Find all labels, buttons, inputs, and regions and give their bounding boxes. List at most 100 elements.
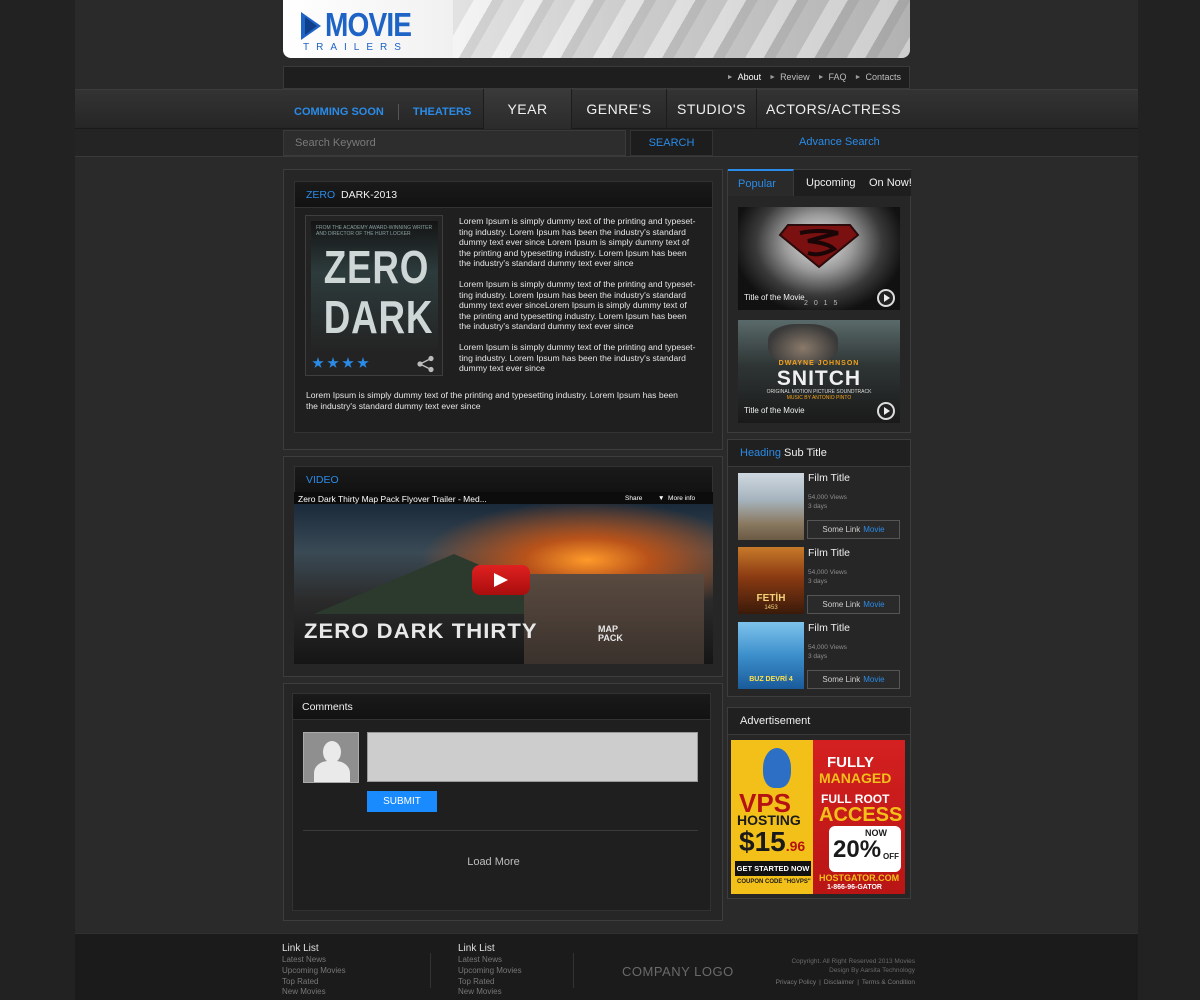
- privacy-policy-link[interactable]: Privacy Policy: [776, 979, 816, 986]
- disclaimer-link[interactable]: Disclaimer: [824, 979, 854, 986]
- play-icon[interactable]: [877, 402, 895, 420]
- footer-divider: [573, 953, 574, 988]
- star-icon: [312, 357, 324, 368]
- gator-mascot-icon: [763, 748, 791, 788]
- arrow-right-icon: ►: [769, 73, 777, 81]
- search-button[interactable]: SEARCH: [630, 130, 713, 156]
- footer-link[interactable]: New Movies: [458, 987, 502, 996]
- nav-separator: [397, 104, 399, 120]
- footer-legal-links: Privacy Policy | Disclaimer | Terms & Cond…: [775, 979, 915, 986]
- movie-summary: Lorem Ipsum is simply dummy text of the …: [306, 390, 678, 411]
- nav-theaters[interactable]: THEATERS: [413, 106, 471, 118]
- logo-title[interactable]: MOVIE: [325, 6, 412, 44]
- footer-col-title: Link List: [458, 943, 495, 954]
- trailer-thumb[interactable]: 2 0 1 5 Title of the Movie: [738, 207, 900, 310]
- movie-paragraph-2: Lorem Ipsum is simply dummy text of the …: [459, 279, 696, 331]
- tab-on-now[interactable]: On Now!: [869, 169, 912, 196]
- video-more-info-button[interactable]: ▼ More info: [658, 495, 695, 502]
- design-credit: Design By Aarsita Technology: [829, 967, 915, 974]
- comments-heading-bar: [293, 694, 710, 720]
- film-meta: 54,000 Views 3 days: [808, 644, 847, 660]
- video-headline: ZERO DARK THIRTY: [304, 620, 538, 643]
- video-share-button[interactable]: Share: [625, 495, 642, 502]
- nav-coming-soon[interactable]: COMMING SOON: [294, 106, 384, 118]
- movie-paragraph-1: Lorem Ipsum is simply dummy text of the …: [459, 216, 696, 268]
- arrow-right-icon: ►: [817, 73, 825, 81]
- copyright-text: Copyright. All Right Reserved 2013 Movie…: [791, 958, 915, 965]
- comments-inner: [292, 693, 711, 911]
- film-link-button[interactable]: Some Link Movie: [807, 595, 900, 614]
- footer-divider: [430, 953, 431, 988]
- tab-upcoming[interactable]: Upcoming: [806, 169, 856, 196]
- film-title[interactable]: Film Title: [808, 547, 850, 559]
- poster-word-zero: ZERO: [323, 241, 430, 293]
- film-thumb[interactable]: BUZ DEVRİ 4: [738, 622, 804, 689]
- movie-paragraph-3: Lorem Ipsum is simply dummy text of the …: [459, 342, 696, 373]
- trailer-caption: Title of the Movie: [744, 293, 805, 302]
- company-logo[interactable]: COMPANY LOGO: [622, 964, 734, 979]
- footer-link[interactable]: Upcoming Movies: [282, 966, 346, 975]
- movie-title: ZERO DARK-2013: [306, 189, 398, 201]
- nav-tab-studios[interactable]: STUDIO'S: [667, 89, 756, 129]
- rating-stars[interactable]: [312, 357, 369, 369]
- footer-link[interactable]: Top Rated: [458, 977, 494, 986]
- top-link-about[interactable]: ► About: [727, 72, 761, 82]
- nav-left-links: COMMING SOON THEATERS: [294, 104, 471, 120]
- top-link-contacts[interactable]: ► Contacts: [855, 72, 901, 82]
- terms-link[interactable]: Terms & Condition: [862, 979, 915, 986]
- poster-word-dark: DARK: [323, 291, 434, 343]
- film-link-button[interactable]: Some Link Movie: [807, 520, 900, 539]
- top-link-faq[interactable]: ► FAQ: [818, 72, 847, 82]
- advance-search-link[interactable]: Advance Search: [799, 136, 880, 148]
- footer-link[interactable]: New Movies: [282, 987, 326, 996]
- movie-poster[interactable]: FROM THE ACADEMY AWARD-WINNING WRITER AN…: [311, 221, 438, 350]
- video-title[interactable]: Zero Dark Thirty Map Pack Flyover Traile…: [298, 494, 487, 504]
- film-link-button[interactable]: Some Link Movie: [807, 670, 900, 689]
- film-thumb[interactable]: FETİH 1453: [738, 547, 804, 614]
- divider: [303, 830, 698, 831]
- video-heading: VIDEO: [306, 474, 339, 486]
- load-more-button[interactable]: Load More: [303, 856, 684, 868]
- footer-link[interactable]: Upcoming Movies: [458, 966, 522, 975]
- video-player[interactable]: Zero Dark Thirty Map Pack Flyover Traile…: [294, 492, 713, 664]
- film-meta: 54,000 Views 3 days: [808, 494, 847, 510]
- nav-tab-actors[interactable]: ACTORS/ACTRESS: [757, 89, 910, 129]
- nav-tab-year[interactable]: YEAR: [483, 89, 572, 129]
- star-icon: [327, 357, 339, 368]
- arrow-right-icon: ►: [854, 73, 862, 81]
- tab-popular[interactable]: Popular: [728, 169, 794, 196]
- logo-subtitle: TRAILERS: [303, 42, 408, 53]
- trailer-caption: Title of the Movie: [744, 406, 805, 415]
- comment-input[interactable]: [367, 732, 698, 782]
- superman-logo-icon: [778, 224, 860, 269]
- play-button-icon[interactable]: [472, 565, 530, 595]
- footer-link[interactable]: Latest News: [282, 955, 326, 964]
- footer-link[interactable]: Latest News: [458, 955, 502, 964]
- footer-col-title: Link List: [282, 943, 319, 954]
- logo-play-inner-icon: [305, 17, 317, 35]
- advertisement-heading: Advertisement: [740, 715, 811, 727]
- star-icon: [342, 357, 354, 368]
- advertisement-banner[interactable]: VPS HOSTING $15.96 GET STARTED NOW COUPO…: [731, 740, 905, 894]
- top-link-review[interactable]: ► Review: [769, 72, 809, 82]
- ad-cta-button[interactable]: GET STARTED NOW: [735, 861, 811, 876]
- film-title[interactable]: Film Title: [808, 472, 850, 484]
- footer-link[interactable]: Top Rated: [282, 977, 318, 986]
- film-thumb[interactable]: [738, 473, 804, 540]
- header-banner: MOVIE TRAILERS: [283, 0, 910, 58]
- share-icon[interactable]: [416, 355, 436, 373]
- trailer-thumb[interactable]: DWAYNE JOHNSON SNITCH ORIGINAL MOTION PI…: [738, 320, 900, 423]
- film-title[interactable]: Film Title: [808, 622, 850, 634]
- arrow-right-icon: ►: [726, 73, 734, 81]
- video-heading-bar: [295, 467, 712, 493]
- search-input[interactable]: [283, 130, 626, 156]
- submit-button[interactable]: SUBMIT: [367, 791, 437, 812]
- footer: [75, 933, 1138, 1000]
- avatar: [303, 732, 359, 783]
- nav-tab-genres[interactable]: GENRE'S: [572, 89, 666, 129]
- film-list-heading: Heading Sub Title: [740, 447, 827, 459]
- filmstrip-graphic: [453, 0, 910, 58]
- video-subheadline: MAP PACK: [598, 624, 623, 643]
- play-icon[interactable]: [877, 289, 895, 307]
- comments-heading: Comments: [302, 701, 353, 713]
